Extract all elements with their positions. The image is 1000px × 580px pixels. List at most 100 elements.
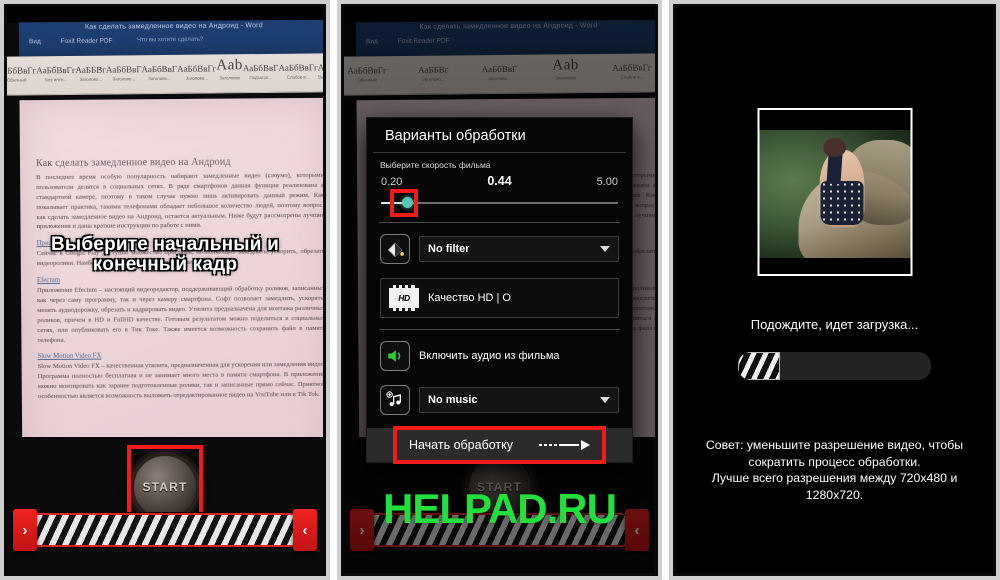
tip-line-4: 1280x720. [805, 487, 864, 502]
video-preview-image [759, 130, 910, 258]
document-paragraph: Приложение Efectum – настоящий видеореда… [36, 284, 323, 344]
style-item[interactable]: АаББВгЗаголово... [75, 64, 106, 82]
phone-screen-2: Как сделать замедленное видео на Андроид… [344, 7, 655, 573]
document-paragraph: Сейчас в Google Play доступно множество … [36, 248, 323, 268]
style-label: Заголове... [148, 75, 171, 82]
speaker-icon [380, 341, 410, 371]
style-label: Слабое в... [286, 74, 310, 80]
trim-handle-start[interactable]: › [13, 509, 37, 551]
style-item[interactable]: АаБбВвГЗаголово... [105, 64, 142, 82]
chevron-right-icon: › [22, 521, 28, 539]
document-subheading-apps: Приложения [36, 240, 74, 248]
panel-processing-options: Как сделать замедленное видео на Андроид… [337, 0, 662, 580]
tip-line-2: сократить процесс обработки. [748, 454, 921, 469]
photo-person-head [823, 137, 846, 157]
style-sample: АаБбВвГг [7, 65, 37, 76]
hd-icon: HD [389, 285, 419, 311]
phone-frame-3: Подождите, идет загрузка... Совет: умень… [669, 0, 1000, 580]
phone-screen-1: Как сделать замедленное видео на Андроид… [7, 7, 323, 573]
filter-select[interactable]: No filter [419, 236, 619, 262]
tip-line-1: Совет: уменьшите разрешение видео, чтобы [705, 438, 964, 452]
music-select[interactable]: No music [419, 387, 619, 413]
add-music-icon [380, 385, 410, 415]
document-heading: Как сделать замедленное видео на Андроид [35, 156, 231, 170]
style-label: Выделе... [318, 74, 323, 80]
style-sample: АаБб [317, 62, 323, 73]
speed-current-value: 0.44 [487, 174, 512, 188]
style-sample: АаБбВвГ [141, 63, 178, 75]
quality-box[interactable]: HD Качество HD | O [380, 278, 619, 318]
style-sample: АаБбВвГ [242, 62, 279, 74]
music-option-row: No music [367, 378, 632, 422]
word-document-page: Как сделать замедленное видео на Андроид… [19, 97, 323, 477]
style-item[interactable]: АаБбВвГг Заголово... [177, 63, 217, 81]
panel-select-frames: Как сделать замедленное видео на Андроид… [0, 0, 330, 580]
phone-frame-1: Как сделать замедленное видео на Андроид… [0, 0, 330, 580]
style-label: Без инте... [45, 77, 67, 83]
document-body: Как сделать замедленное видео на Андроид… [36, 156, 323, 408]
phone-screen-3: Подождите, идет загрузка... Совет: умень… [676, 7, 993, 573]
style-item[interactable]: AabЗаголовок [216, 57, 243, 81]
app-controls-area-1: START › ‹ [7, 437, 323, 573]
menu-item-view[interactable]: Вид [29, 38, 41, 45]
word-title-bar: Как сделать замедленное видео на Андроид… [18, 19, 323, 57]
speed-scale-row: 0.20 0.44 5.00 [367, 172, 632, 188]
filter-option-row: No filter [367, 227, 632, 271]
quality-value: Качество HD | O [428, 292, 511, 304]
phone-frame-2: Как сделать замедленное видео на Андроид… [337, 0, 662, 580]
tip-line-3: Лучше всего разрешения между 720x480 и [711, 471, 958, 486]
style-sample: АаБбВвГг [278, 62, 318, 73]
video-timeline-strip[interactable]: › ‹ [13, 509, 317, 551]
style-item[interactable]: АаБбВвГгСлабое в... [278, 62, 318, 80]
highlight-box-start-button [127, 445, 203, 521]
audio-label: Включить аудио из фильма [419, 350, 560, 362]
loading-message: Подождите, идет загрузка... [750, 317, 919, 332]
style-label: Заголово... [79, 76, 103, 82]
style-item[interactable]: АаБбВвГ Заголове... [141, 63, 178, 82]
music-selected-value: No music [428, 394, 478, 406]
progress-bar [738, 352, 931, 380]
style-sample: АаББВг [75, 64, 106, 75]
screenshot-stage: Как сделать замедленное видео на Андроид… [0, 0, 1000, 580]
filter-selected-value: No filter [428, 243, 470, 255]
panel-processing-progress: Подождите, идет загрузка... Совет: умень… [669, 0, 1000, 580]
speed-max-value: 5.00 [596, 176, 618, 188]
trim-handle-end[interactable]: ‹ [293, 509, 317, 551]
start-processing-button[interactable]: Начать обработку [367, 426, 632, 464]
styles-gallery: АаБбВвГг Обычный АаБбВвГг Без инте... АаББ… [7, 57, 323, 83]
quality-option-row[interactable]: HD Качество HD | O [367, 271, 632, 325]
audio-option-row[interactable]: Включить аудио из фильма [367, 334, 632, 378]
highlight-box-slider-thumb [390, 189, 419, 217]
speed-section-label: Выберите скорость фильма [380, 160, 491, 170]
style-sample: АаБбВвГг [177, 63, 217, 74]
progress-bar-fill [738, 352, 781, 380]
word-tell-me-box[interactable]: Что вы хотите сделать? [137, 37, 203, 44]
word-menu-bar: Вид Foxit Reader PDF [29, 37, 131, 46]
menu-item-foxit[interactable]: Foxit Reader PDF [61, 38, 113, 45]
highlight-box-start-processing [393, 426, 606, 464]
chevron-left-icon: ‹ [302, 521, 308, 539]
divider [379, 222, 620, 223]
style-label: Заголовок [219, 75, 241, 81]
document-paragraph: В последнее время особую популярность на… [36, 171, 323, 231]
document-subheading-slowmotion: Slow Motion Video FX [37, 353, 102, 361]
paint-bucket-icon [380, 234, 410, 264]
photo-polka-dot-swimsuit [820, 181, 864, 225]
chevron-down-icon [600, 246, 610, 252]
style-sample: Aab [216, 57, 243, 74]
word-screen-background-1: Как сделать замедленное видео на Андроид… [7, 7, 323, 477]
site-watermark: HELPAD.RU [383, 485, 617, 532]
style-item[interactable]: АаБбВвГ Подзагол... [242, 62, 279, 80]
style-label: Заголово... [185, 75, 209, 81]
speed-min-value: 0.20 [381, 176, 403, 188]
style-sample: АаБбВвГ [105, 64, 142, 75]
chevron-down-icon [600, 397, 610, 403]
speed-slider[interactable] [381, 188, 618, 218]
style-label: Заголово... [112, 76, 136, 82]
style-item[interactable]: АаБбВвГгОбычный [7, 65, 37, 82]
style-item[interactable]: АаБб Выделе... [317, 62, 323, 80]
divider [379, 329, 620, 330]
style-item[interactable]: АаБбВвГг Без инте... [36, 64, 76, 83]
processing-options-dialog: Варианты обработки Выберите скорость фил… [366, 117, 633, 464]
style-sample: АаБбВвГг [36, 64, 76, 76]
